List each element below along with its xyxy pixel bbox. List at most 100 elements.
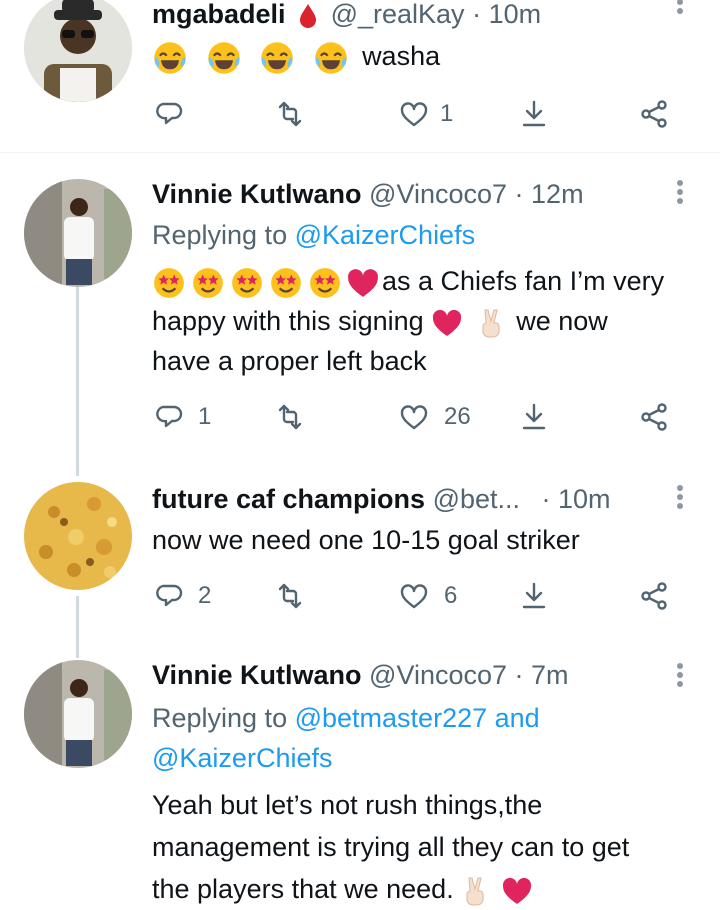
mention-link[interactable]: @KaizerChiefs	[295, 220, 475, 250]
share-icon	[522, 582, 546, 609]
user-handle[interactable]: @Vincoco7	[369, 179, 507, 209]
bookmark-button[interactable]	[518, 397, 550, 437]
bookmark-button[interactable]	[518, 576, 550, 616]
like-icon	[400, 405, 428, 430]
like-button[interactable]: 6	[398, 576, 457, 616]
more-icon[interactable]	[672, 0, 688, 26]
display-name[interactable]: future caf champions	[152, 484, 425, 514]
replying-prefix: Replying to	[152, 220, 288, 250]
timestamp[interactable]: · 12m	[515, 179, 584, 209]
action-bar: 1 26	[152, 397, 692, 437]
replying-to: Replying to @KaizerChiefs	[152, 215, 475, 255]
tweet-mgabadeli[interactable]: mgabadeli @_realKay · 10m washa 1	[0, 0, 720, 152]
heart-emoji	[502, 877, 531, 904]
replying-prefix: Replying to	[152, 703, 288, 733]
display-name[interactable]: Vinnie Kutlwano	[152, 179, 362, 209]
mention-link[interactable]: @KaizerChiefs	[152, 743, 332, 773]
laugh-emoji	[153, 41, 187, 75]
reply-icon	[156, 405, 183, 428]
starstruck-emoji	[153, 266, 185, 299]
tweet-future-caf[interactable]: future caf champions @bet... · 10m now w…	[0, 478, 720, 648]
like-count: 26	[444, 403, 471, 430]
heart-emoji	[348, 268, 378, 297]
tweet-text: Yeah but let’s not rush things,the manag…	[152, 784, 702, 910]
retweet-button[interactable]	[274, 94, 306, 134]
laugh-emoji	[313, 41, 348, 75]
tweet-text-line: the players that we need.	[152, 874, 454, 904]
like-count: 1	[440, 100, 454, 127]
branch-share-icon	[641, 403, 667, 431]
avatar[interactable]	[24, 482, 132, 590]
user-handle[interactable]: @Vincoco7	[369, 660, 507, 690]
like-icon	[400, 584, 428, 609]
branch-share-icon	[641, 100, 667, 128]
avatar[interactable]	[24, 660, 132, 768]
like-button[interactable]: 26	[398, 397, 471, 437]
starstruck-emoji	[309, 266, 341, 299]
timestamp[interactable]: · 10m	[542, 484, 611, 514]
tweet-text: washa	[362, 41, 441, 71]
more-icon[interactable]	[672, 660, 688, 690]
tweet-text-line: we now	[516, 306, 608, 336]
laugh-emoji	[206, 41, 241, 75]
retweet-button[interactable]	[274, 397, 306, 437]
avatar-photo	[24, 0, 132, 102]
reply-button[interactable]: 2	[156, 576, 211, 616]
reply-button[interactable]	[156, 94, 188, 134]
timestamp[interactable]: · 10m	[472, 0, 541, 29]
share-button[interactable]	[638, 397, 670, 437]
reply-icon	[156, 584, 183, 607]
retweet-icon	[278, 583, 302, 609]
user-handle[interactable]: @bet...	[433, 484, 520, 514]
branch-share-icon	[641, 582, 667, 610]
tweet-text-line: Yeah but let’s not rush things,the	[152, 790, 543, 820]
laugh-emoji	[260, 41, 294, 75]
victory-emoji	[482, 309, 500, 338]
more-icon[interactable]	[672, 482, 688, 512]
drop-icon	[300, 3, 317, 28]
tweet-vinnie-2[interactable]: Vinnie Kutlwano @Vincoco7 · 7m Replying …	[0, 658, 720, 908]
display-name[interactable]: Vinnie Kutlwano	[152, 660, 362, 690]
user-handle[interactable]: @_realKay	[331, 0, 465, 29]
avatar[interactable]	[24, 0, 132, 102]
reply-count: 2	[198, 582, 212, 609]
avatar-photo	[24, 482, 132, 590]
share-button[interactable]	[638, 94, 670, 134]
tweet-text-line: as a Chiefs fan I’m very	[382, 266, 665, 296]
bookmark-button[interactable]	[518, 94, 550, 134]
like-icon	[400, 102, 428, 127]
tweet-text: now we need one 10-15 goal striker	[152, 525, 580, 555]
retweet-icon	[278, 404, 302, 430]
tweet-vinnie-1[interactable]: Vinnie Kutlwano @Vincoco7 · 12m Replying…	[0, 175, 720, 475]
victory-emoji	[466, 877, 484, 906]
share-icon	[522, 403, 546, 430]
starstruck-emoji	[231, 266, 263, 299]
share-icon	[522, 100, 546, 127]
action-bar: 2 6	[152, 576, 692, 616]
starstruck-emoji	[270, 266, 302, 299]
reply-icon	[156, 102, 183, 125]
like-button[interactable]: 1	[398, 94, 453, 134]
divider	[0, 152, 720, 153]
more-icon[interactable]	[672, 177, 688, 207]
like-count: 6	[444, 582, 458, 609]
avatar-photo	[24, 179, 132, 287]
reply-button[interactable]: 1	[156, 397, 211, 437]
avatar-photo	[24, 660, 132, 768]
timestamp[interactable]: · 7m	[515, 660, 569, 690]
retweet-button[interactable]	[274, 576, 306, 616]
reply-count: 1	[198, 403, 212, 430]
tweet-text-line: management is trying all they can to get	[152, 832, 630, 862]
tweet-text-line: happy with this signing	[152, 306, 424, 336]
replying-to: Replying to @betmaster227 and @KaizerChi…	[152, 698, 540, 778]
mention-link[interactable]: @betmaster227	[295, 703, 488, 733]
retweet-icon	[278, 101, 302, 127]
tweet-text: as a Chiefs fan I’m very happy with this…	[152, 261, 702, 381]
avatar[interactable]	[24, 179, 132, 287]
heart-emoji	[433, 309, 462, 336]
tweet-text-line: have a proper left back	[152, 346, 427, 376]
replying-and: and	[494, 703, 540, 733]
share-button[interactable]	[638, 576, 670, 616]
starstruck-emoji	[192, 266, 224, 299]
display-name[interactable]: mgabadeli	[152, 0, 286, 29]
